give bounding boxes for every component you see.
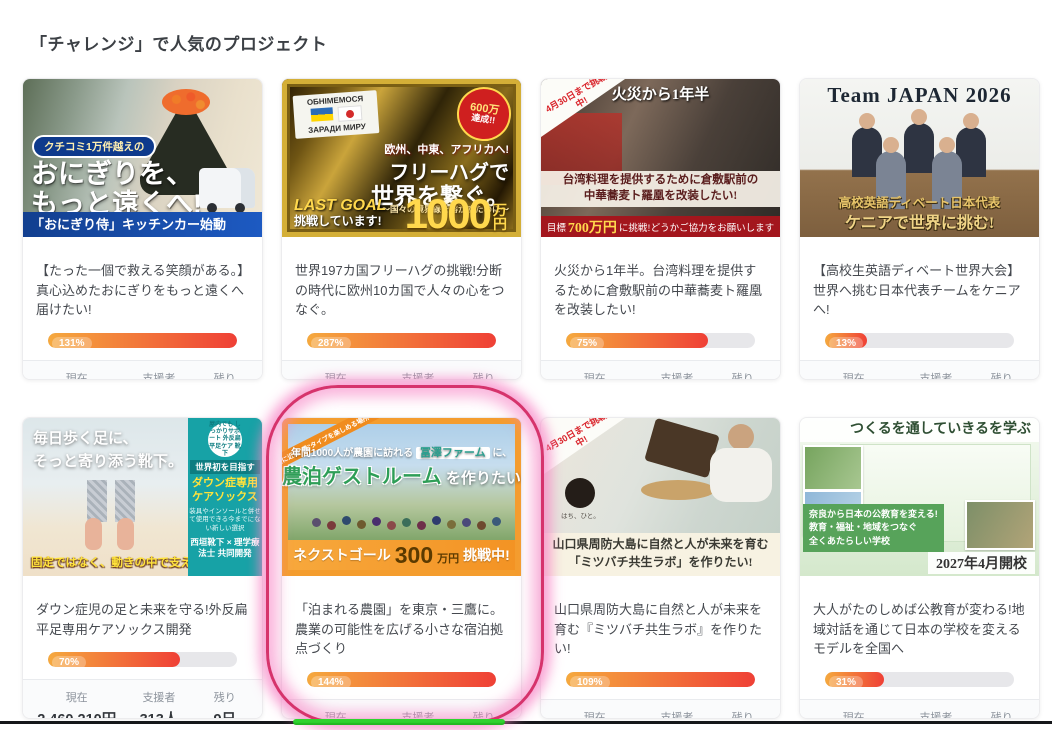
percent-badge: 31% — [829, 676, 863, 687]
project-thumbnail: ОБНІМЕМОСЯ ЗАРАДИ МИРУ 600万 達成!! 欧州、中東、ア… — [282, 79, 521, 237]
honeycomb-illustration — [644, 418, 720, 478]
current-amount: 2,460,210円 — [31, 708, 122, 719]
photo-thumbnail — [965, 500, 1035, 550]
project-title: 【高校生英語ディベート世界大会】世界へ挑む日本代表チームをケニアへ! — [813, 261, 1026, 320]
project-stats: 現在6,347,000円 支援者288人 残り18日 — [800, 699, 1039, 720]
foot-illustration — [117, 518, 134, 550]
thumb-banner: 「おにぎり侍」キッチンカー始動 — [23, 212, 262, 237]
percent-badge: 144% — [311, 676, 351, 687]
basket-illustration — [641, 480, 715, 500]
person-silhouette — [904, 123, 934, 173]
project-title: 火災から1年半。台湾料理を提供するために倉敷駅前の中華蕎麦ト羅凰を改装したい! — [554, 261, 767, 320]
thumb-badge: クチコミ1万件越えの — [32, 135, 156, 158]
farm-name-chip: 冨澤ファーム — [416, 447, 490, 459]
brand-logo-circle — [565, 478, 595, 508]
project-card-onigiri[interactable]: クチコミ1万件越えの おにぎりを、 もっと遠くへ! 「おにぎり侍」キッチンカー始… — [22, 78, 263, 380]
project-thumbnail: 毎日歩く足に、 そっと寄り添う靴下。 固定ではなく、動きの中で支える 屋内でも … — [23, 418, 262, 576]
progress-bar: 75% — [566, 333, 755, 348]
group-photo-illustration — [312, 518, 321, 527]
leg-illustration — [115, 480, 135, 522]
page-title: 「チャレンジ」で人気のプロジェクト — [30, 30, 327, 55]
project-thumbnail: つくるを通していきるを学ぶ 奈良から日本の公教育を変える! 教育・福祉・地域をつ… — [800, 418, 1039, 576]
peace-sign: ОБНІМЕМОСЯ ЗАРАДИ МИРУ — [293, 90, 380, 139]
progress-bar: 13% — [825, 333, 1014, 348]
annotation-green-underline — [293, 719, 505, 725]
project-card-farm-stay-highlighted[interactable]: 東京に近場"農"タイプを楽しめる場所を! 年間1000人が農園に訪れる 冨澤ファ… — [281, 417, 522, 719]
onigiri-roe-illustration — [162, 89, 210, 115]
project-stats: 現在1,097,000円 支援者92人 残り4日 — [541, 699, 780, 720]
person-illustration — [710, 448, 772, 502]
project-stats: 現在2,460,210円 支援者313人 残り9日 — [23, 679, 262, 719]
opening-date-label: 2027年4月開校 — [928, 552, 1035, 574]
project-thumbnail: 4月30日まで挑戦中! 火災から1年半 台湾料理を提供するために倉敷駅前の 中華… — [541, 79, 780, 237]
project-title: 世界197カ国フリーハグの挑戦!分断の時代に欧州10カ国で人々の心をつなぐ。 — [295, 261, 508, 320]
progress-bar: 31% — [825, 672, 1014, 687]
project-title: 山口県周防大島に自然と人が未来を育む『ミツバチ共生ラボ』を作りたい! — [554, 600, 767, 659]
percent-badge: 70% — [52, 656, 86, 667]
progress-bar: 109% — [566, 672, 755, 687]
project-stats: 現在1,446,500円 支援者181人 残り4日 — [282, 699, 521, 720]
thumb-headline: おにぎりを、 もっと遠くへ! — [31, 159, 202, 219]
project-card-bee-lab[interactable]: 4月30日まで挑戦中! はち、ひと。 山口県周防大島に自然と人が未来を育む 「ミ… — [540, 417, 781, 719]
percent-badge: 109% — [570, 676, 610, 687]
project-title: 【たった一個で救える笑顔がある。】真心込めたおにぎりをもっと遠くへ届けたい! — [36, 261, 249, 320]
foot-illustration — [85, 518, 102, 550]
product-info-panel: 屋内でも しっかりサポート 外反扁平足ケア 靴下 世界初を目指す ダウン症専用 … — [188, 418, 262, 576]
project-stats: 現在7,179,133円 支援者1,053人 残り4日 — [282, 360, 521, 381]
goal-amount: 1000 万円 — [405, 193, 507, 235]
last-goal-label: LAST GOAL 挑戦しています! — [294, 197, 386, 229]
project-thumbnail: クチコミ1万件越えの おにぎりを、 もっと遠くへ! 「おにぎり侍」キッチンカー始… — [23, 79, 262, 237]
project-stats: 現在5,302,305円 支援者158人 残り4日 — [541, 360, 780, 381]
percent-badge: 287% — [311, 337, 351, 348]
photo-thumbnail — [803, 445, 863, 491]
japan-flag-icon — [337, 105, 362, 122]
project-card-freehug[interactable]: ОБНІМЕМОСЯ ЗАРАДИ МИРУ 600万 達成!! 欧州、中東、ア… — [281, 78, 522, 380]
project-card-care-socks[interactable]: 毎日歩く足に、 そっと寄り添う靴下。 固定ではなく、動きの中で支える 屋内でも … — [22, 417, 263, 719]
project-thumbnail: 東京に近場"農"タイプを楽しめる場所を! 年間1000人が農園に訪れる 冨澤ファ… — [282, 418, 521, 576]
percent-badge: 75% — [570, 337, 604, 348]
progress-bar: 144% — [307, 672, 496, 687]
percent-badge: 13% — [829, 337, 863, 348]
progress-bar: 131% — [48, 333, 237, 348]
project-card-new-school[interactable]: つくるを通していきるを学ぶ 奈良から日本の公教育を変える! 教育・福祉・地域をつ… — [799, 417, 1040, 719]
progress-bar: 287% — [307, 333, 496, 348]
project-title: ダウン症児の足と未来を守る!外反扁平足専用ケアソックス開発 — [36, 600, 249, 639]
project-card-taiwan-restaurant[interactable]: 4月30日まで挑戦中! 火災から1年半 台湾料理を提供するために倉敷駅前の 中華… — [540, 78, 781, 380]
project-title: 「泊まれる農園」を東京・三鷹に。農業の可能性を広げる小さな宿泊拠点づくり — [295, 600, 508, 659]
percent-badge: 131% — [52, 337, 92, 348]
kitchen-truck-illustration — [199, 168, 255, 208]
person-illustration — [728, 424, 754, 450]
leg-illustration — [87, 480, 107, 522]
project-thumbnail: Team JAPAN 2026 高校英語ディベート日本代表 ケニアで世界に挑む! — [800, 79, 1039, 237]
progress-bar: 70% — [48, 652, 237, 667]
project-grid: クチコミ1万件越えの おにぎりを、 もっと遠くへ! 「おにぎり侍」キッチンカー始… — [22, 78, 1040, 719]
project-title: 大人がたのしめば公教育が変わる!地域対話を通じて日本の学校を変えるモデルを全国へ — [813, 600, 1026, 659]
project-card-debate-team[interactable]: Team JAPAN 2026 高校英語ディベート日本代表 ケニアで世界に挑む!… — [799, 78, 1040, 380]
days-remaining: 9日 — [196, 708, 254, 719]
project-stats: 現在402,000円 支援者24人 残り76日 — [800, 360, 1039, 381]
project-thumbnail: 4月30日まで挑戦中! はち、ひと。 山口県周防大島に自然と人が未来を育む 「ミ… — [541, 418, 780, 576]
project-stats: 現在3,932,500円 支援者112人 残り35日 — [23, 360, 262, 381]
next-goal-banner: ネクストゴール 300 万円 挑戦中! — [288, 540, 515, 570]
goal-banner: 目標 700万円 に挑戦!どうかご協力をお願いします — [541, 216, 780, 237]
supporter-count: 313人 — [122, 708, 195, 719]
achievement-burst-badge: 600万 達成!! — [454, 84, 515, 145]
deadline-corner-ribbon: 4月30日まで挑戦中! — [541, 418, 625, 476]
page-bottom-line — [0, 721, 1052, 724]
ukraine-flag-icon — [310, 107, 333, 122]
